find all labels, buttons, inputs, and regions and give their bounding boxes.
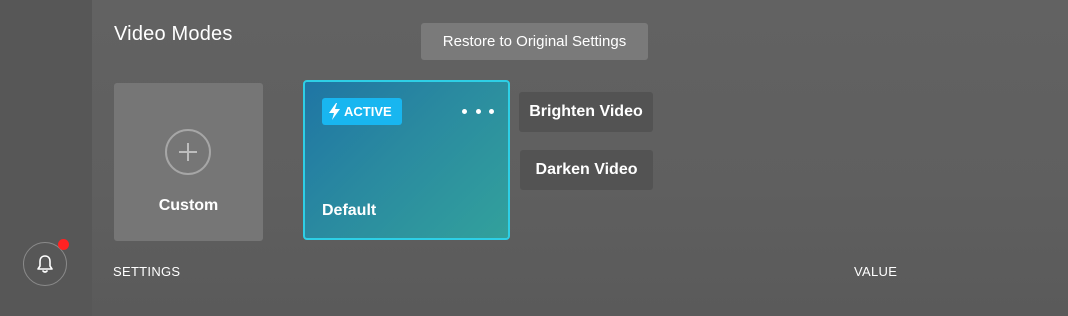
default-mode-card[interactable]: ACTIVE Default <box>303 80 510 240</box>
active-badge: ACTIVE <box>322 98 402 125</box>
plus-icon <box>165 129 211 175</box>
active-badge-label: ACTIVE <box>344 104 392 119</box>
darken-video-button[interactable]: Darken Video <box>520 150 653 190</box>
custom-mode-label: Custom <box>158 197 219 214</box>
bolt-icon <box>329 103 340 120</box>
restore-original-settings-button[interactable]: Restore to Original Settings <box>421 23 648 60</box>
custom-mode-card[interactable]: Custom <box>114 83 263 241</box>
brighten-video-button[interactable]: Brighten Video <box>519 92 653 132</box>
more-options-icon[interactable] <box>462 104 494 118</box>
notification-badge <box>58 239 69 250</box>
settings-column-header: SETTINGS <box>113 264 181 279</box>
value-column-header: VALUE <box>854 264 898 279</box>
page-title: Video Modes <box>114 23 233 45</box>
bell-icon <box>37 255 53 273</box>
default-mode-label: Default <box>322 202 377 219</box>
